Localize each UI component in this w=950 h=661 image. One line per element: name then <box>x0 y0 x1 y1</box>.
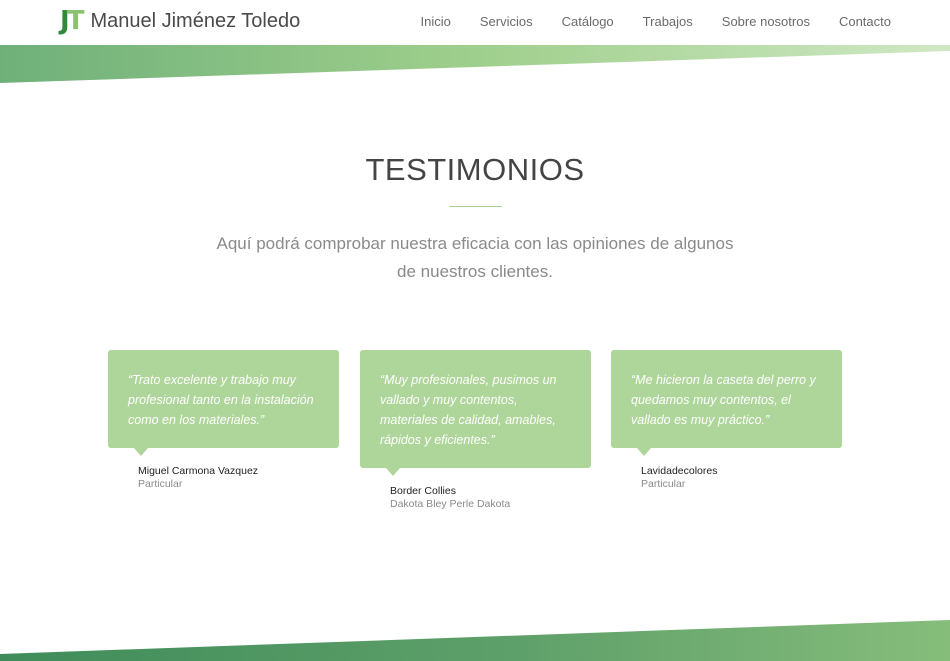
nav-sobre-nosotros[interactable]: Sobre nosotros <box>722 14 810 30</box>
testimonial-card: “Me hicieron la caseta del perro y queda… <box>611 350 842 491</box>
author-name: Lavidadecolores <box>641 465 718 477</box>
testimonial-card: “Muy profesionales, pusimos un vallado y… <box>360 350 591 511</box>
author-role: Particular <box>641 478 686 490</box>
main-nav: Inicio Servicios Catálogo Trabajos Sobre… <box>421 14 891 30</box>
testimonial-quote: “Muy profesionales, pusimos un vallado y… <box>380 373 557 447</box>
top-green-band <box>0 45 950 83</box>
nav-inicio[interactable]: Inicio <box>421 14 451 30</box>
testimonial-quote-bubble: “Trato excelente y trabajo muy profesion… <box>108 350 339 456</box>
site-header: JT Manuel Jiménez Toledo Inicio Servicio… <box>0 0 950 45</box>
testimonial-author: Miguel Carmona Vazquez Particular <box>138 465 339 491</box>
brand-name: Manuel Jiménez Toledo <box>90 10 301 32</box>
testimonial-quote-bubble: “Me hicieron la caseta del perro y queda… <box>611 350 842 456</box>
nav-servicios[interactable]: Servicios <box>480 14 533 30</box>
logo-j: J <box>60 6 70 36</box>
bottom-green-band <box>0 620 950 661</box>
section-subtitle: Aquí podrá comprobar nuestra eficacia co… <box>216 234 734 281</box>
logo: JT <box>60 6 85 36</box>
testimonial-quote-bubble: “Muy profesionales, pusimos un vallado y… <box>360 350 591 476</box>
nav-trabajos[interactable]: Trabajos <box>643 14 693 30</box>
title-divider <box>449 206 502 207</box>
author-name: Border Collies <box>390 485 456 497</box>
nav-catalogo[interactable]: Catálogo <box>562 14 614 30</box>
nav-contacto[interactable]: Contacto <box>839 14 891 30</box>
section-title: TESTIMONIOS <box>365 152 585 187</box>
testimonial-quote: “Trato excelente y trabajo muy profesion… <box>128 373 314 427</box>
brand-link[interactable]: JT Manuel Jiménez Toledo <box>60 7 300 35</box>
testimonial-author: Lavidadecolores Particular <box>641 465 842 491</box>
logo-t: T <box>66 6 85 36</box>
testimonial-author: Border Collies Dakota Bley Perle Dakota <box>390 485 591 511</box>
author-name: Miguel Carmona Vazquez <box>138 465 259 477</box>
author-role: Particular <box>138 478 183 490</box>
testimonial-card: “Trato excelente y trabajo muy profesion… <box>108 350 339 491</box>
author-role: Dakota Bley Perle Dakota <box>390 498 511 510</box>
testimonial-quote: “Me hicieron la caseta del perro y queda… <box>631 373 816 427</box>
